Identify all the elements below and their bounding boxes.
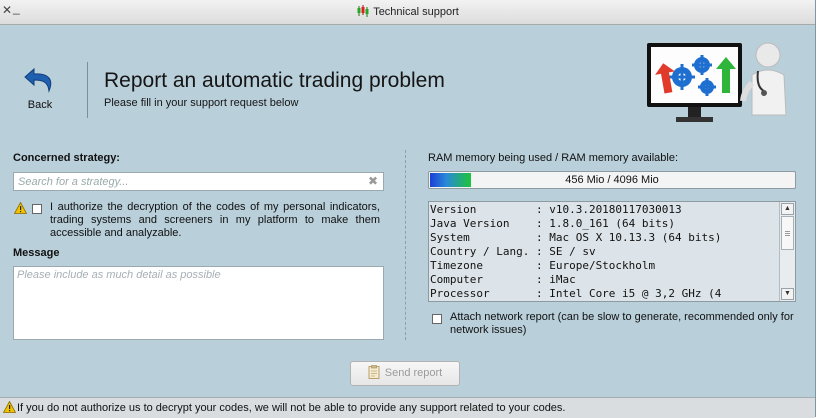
support-window: ✕ _ Technical support Back Report an aut…	[0, 0, 816, 418]
system-info-scrollbar[interactable]: ▲ ▼	[779, 202, 795, 301]
strategy-label: Concerned strategy:	[13, 152, 120, 164]
ram-usage-bar: 456 Mio / 4096 Mio	[428, 171, 796, 189]
header-divider	[87, 62, 88, 118]
system-info-row: Country / Lang. : SE / sv	[430, 245, 596, 258]
strategy-search-field[interactable]: ✖	[13, 172, 384, 191]
title-bar: ✕ _ Technical support	[0, 0, 815, 25]
warning-triangle-icon	[13, 201, 28, 217]
system-info-row: Timezone : Europe/Stockholm	[430, 259, 656, 272]
system-info-row: Java Version : 1.8.0_161 (64 bits)	[430, 217, 676, 230]
ram-label: RAM memory being used / RAM memory avail…	[428, 152, 679, 164]
candlestick-chart-icon	[356, 5, 370, 20]
strategy-search-input[interactable]	[18, 175, 358, 189]
authorize-decryption-checkbox[interactable]	[32, 204, 42, 214]
status-warning-icon	[2, 400, 17, 416]
message-label: Message	[13, 247, 60, 259]
authorize-decryption-label: I authorize the decryption of the codes …	[50, 201, 380, 239]
report-document-icon	[368, 365, 380, 382]
status-bar: If you do not authorize us to decrypt yo…	[0, 397, 815, 418]
page-header: Back Report an automatic trading problem…	[0, 25, 815, 143]
window-title-area: Technical support	[0, 5, 815, 20]
send-report-button[interactable]: Send report	[350, 361, 460, 386]
page-title: Report an automatic trading problem	[104, 69, 445, 92]
scroll-up-icon[interactable]: ▲	[781, 203, 794, 215]
attach-network-report-label: Attach network report (can be slow to ge…	[450, 311, 794, 336]
system-info-row: Version : v10.3.20180117030013	[430, 203, 682, 216]
system-info-row: Processor : Intel Core i5 @ 3,2 GHz (4	[430, 287, 722, 300]
page-subtitle: Please fill in your support request belo…	[104, 97, 299, 109]
scrollbar-thumb[interactable]	[781, 216, 794, 250]
support-technician-monitor-icon	[640, 35, 795, 135]
ram-usage-text: 456 Mio / 4096 Mio	[565, 174, 659, 186]
curved-back-arrow-icon	[23, 67, 57, 98]
message-textarea[interactable]	[13, 266, 384, 340]
back-button[interactable]: Back	[22, 65, 58, 111]
system-info-panel[interactable]: Processor : Intel Core i5 @ 3,2 GHz (4 Co…	[428, 201, 796, 302]
system-info-row: Computer : iMac	[430, 273, 576, 286]
clear-search-icon[interactable]: ✖	[368, 174, 378, 188]
back-label: Back	[27, 99, 53, 111]
system-info-row: System : Mac OS X 10.13.3 (64 bits)	[430, 231, 722, 244]
attach-network-report-checkbox[interactable]	[432, 314, 442, 324]
window-title: Technical support	[373, 6, 459, 18]
send-report-label: Send report	[384, 367, 443, 379]
column-divider	[405, 150, 406, 340]
status-message: If you do not authorize us to decrypt yo…	[17, 402, 566, 414]
scroll-down-icon[interactable]: ▼	[781, 288, 794, 300]
